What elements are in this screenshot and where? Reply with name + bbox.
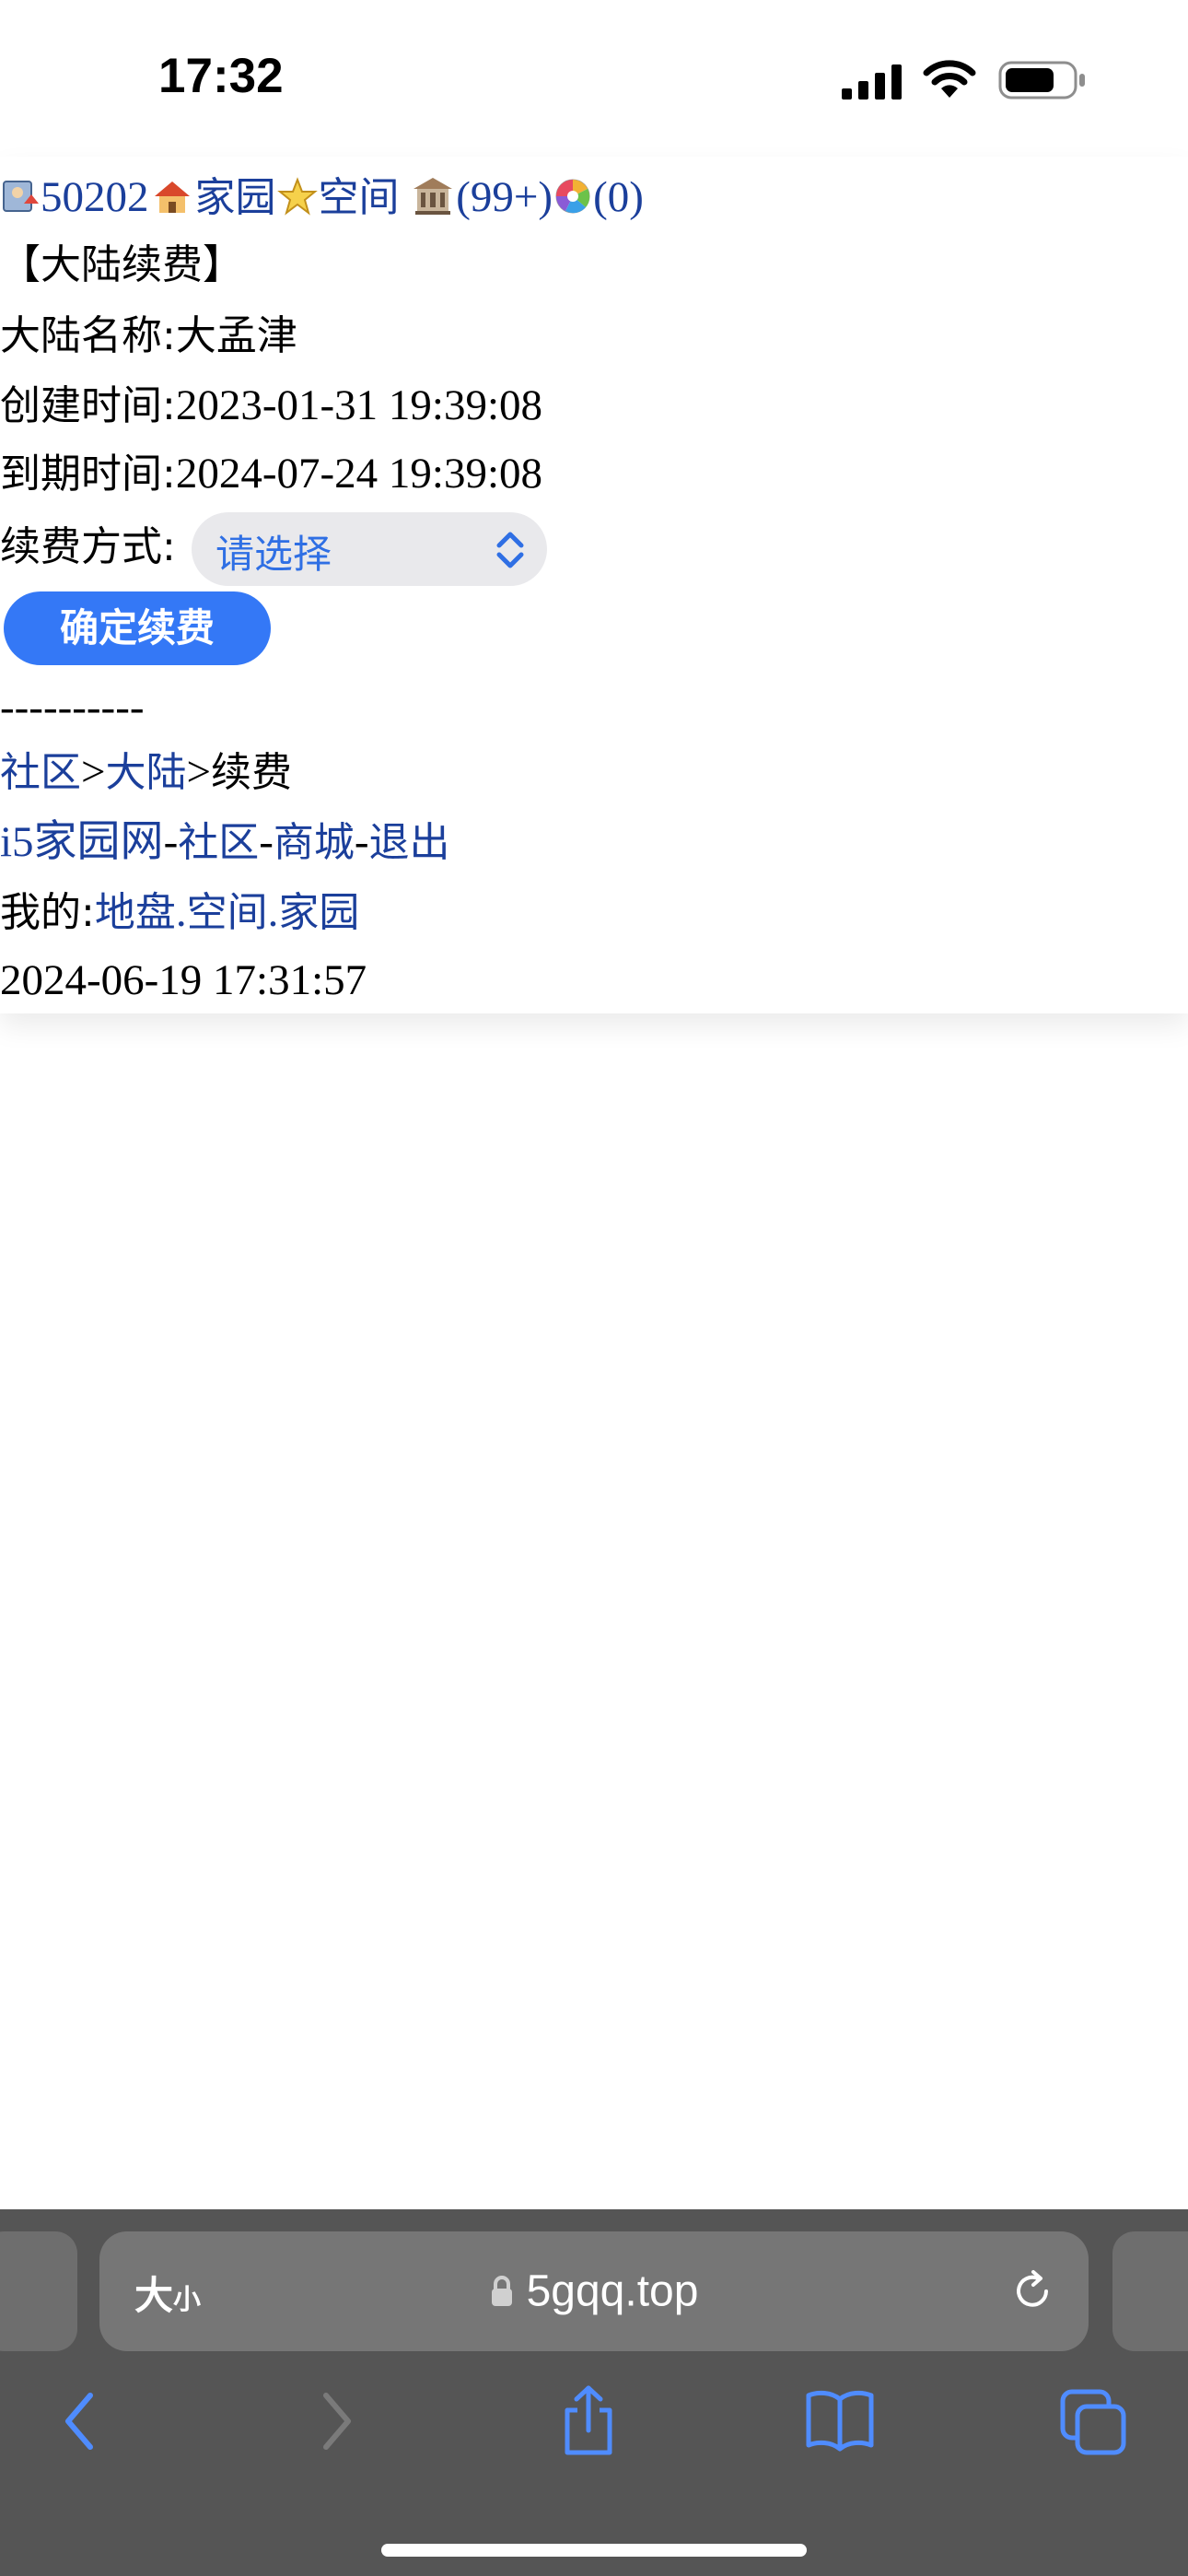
chevron-up-down-icon [496,532,524,568]
messages-count-link[interactable]: (99+) [456,173,553,221]
back-icon[interactable] [57,2384,103,2458]
confirm-renew-button[interactable]: 确定续费 [4,591,271,665]
lock-icon [491,2276,512,2307]
breadcrumb-separator: > [186,748,212,796]
url-text: 5gqq.top [526,2266,699,2316]
footer-community-link[interactable]: 社区 [178,819,259,866]
battery-icon [998,61,1085,100]
mine-land-link[interactable]: 地盘 [95,889,176,936]
section-title: 【大陆续费】 [0,241,243,288]
browser-chrome: 大小 5gqq.top [0,2209,1188,2576]
space-star-icon[interactable] [276,176,319,217]
breadcrumb-separator: > [81,748,106,796]
header-links-row: 50202 家园 空间 (99+) (0) [0,171,644,224]
space-link[interactable]: 空间 [319,174,400,221]
bank-building-icon[interactable] [410,174,456,217]
home-house-icon[interactable] [149,176,195,217]
divider-text: ---------- [0,684,145,732]
photo-wheel-icon[interactable] [553,176,593,217]
tabs-icon[interactable] [1059,2384,1129,2458]
created-time-row: 创建时间:2023-01-31 19:39:08 [0,380,542,432]
cellular-signal-icon [842,64,902,100]
site-home-link[interactable]: i5家园网 [0,818,164,866]
address-bar[interactable]: 大小 5gqq.top [99,2231,1089,2351]
wifi-icon [923,60,976,98]
mine-space-link[interactable]: 空间 [187,889,268,936]
breadcrumb-current: 续费 [211,749,293,796]
footer-dash: - [163,818,179,866]
logout-link[interactable]: 退出 [369,819,450,866]
home-indicator [381,2544,807,2557]
renew-method-selected: 请选择 [215,532,332,577]
mine-label: 我的: [0,889,95,936]
user-id-link[interactable]: 50202 [41,173,149,221]
continent-name-value: 大孟津 [175,312,297,359]
forward-icon[interactable] [313,2384,359,2458]
mine-links-row: 我的:地盘.空间.家园 [0,886,359,939]
status-bar: 17:32 [0,0,1188,157]
footer-nav: i5家园网-社区-商城-退出 [0,816,450,869]
reload-icon[interactable] [1007,2266,1057,2316]
browser-toolbar [0,2384,1188,2486]
mine-dot: . [267,888,279,936]
next-tab-preview[interactable] [1112,2231,1188,2351]
breadcrumb-community-link[interactable]: 社区 [0,749,81,796]
mine-home-link[interactable]: 家园 [278,889,359,936]
status-time: 17:32 [158,49,284,103]
share-icon[interactable] [556,2384,621,2458]
footer-dash: - [259,818,274,866]
created-time-label: 创建时间: [0,382,176,429]
footer-mall-link[interactable]: 商城 [274,819,355,866]
expire-time-value: 2024-07-24 19:39:08 [175,450,542,498]
expire-time-row: 到期时间:2024-07-24 19:39:08 [0,448,542,500]
renew-method-label: 续费方式: [0,523,176,570]
url-display[interactable]: 5gqq.top [99,2231,1089,2351]
mine-dot: . [175,888,187,936]
continent-name-row: 大陆名称:大孟津 [0,310,297,362]
footer-dash: - [354,818,369,866]
breadcrumb: 社区>大陆>续费 [0,746,292,799]
user-profile-icon[interactable] [0,176,41,217]
previous-tab-preview[interactable] [0,2231,77,2351]
created-time-value: 2023-01-31 19:39:08 [175,381,542,429]
bookmarks-icon[interactable] [803,2384,877,2458]
home-link[interactable]: 家园 [195,174,276,221]
expire-time-label: 到期时间: [0,451,176,498]
renew-method-select[interactable]: 请选择 [192,512,547,586]
continent-name-label: 大陆名称: [0,312,176,359]
breadcrumb-continent-link[interactable]: 大陆 [106,749,187,796]
page-timestamp: 2024-06-19 17:31:57 [0,956,367,1004]
other-count-link[interactable]: (0) [593,173,644,221]
